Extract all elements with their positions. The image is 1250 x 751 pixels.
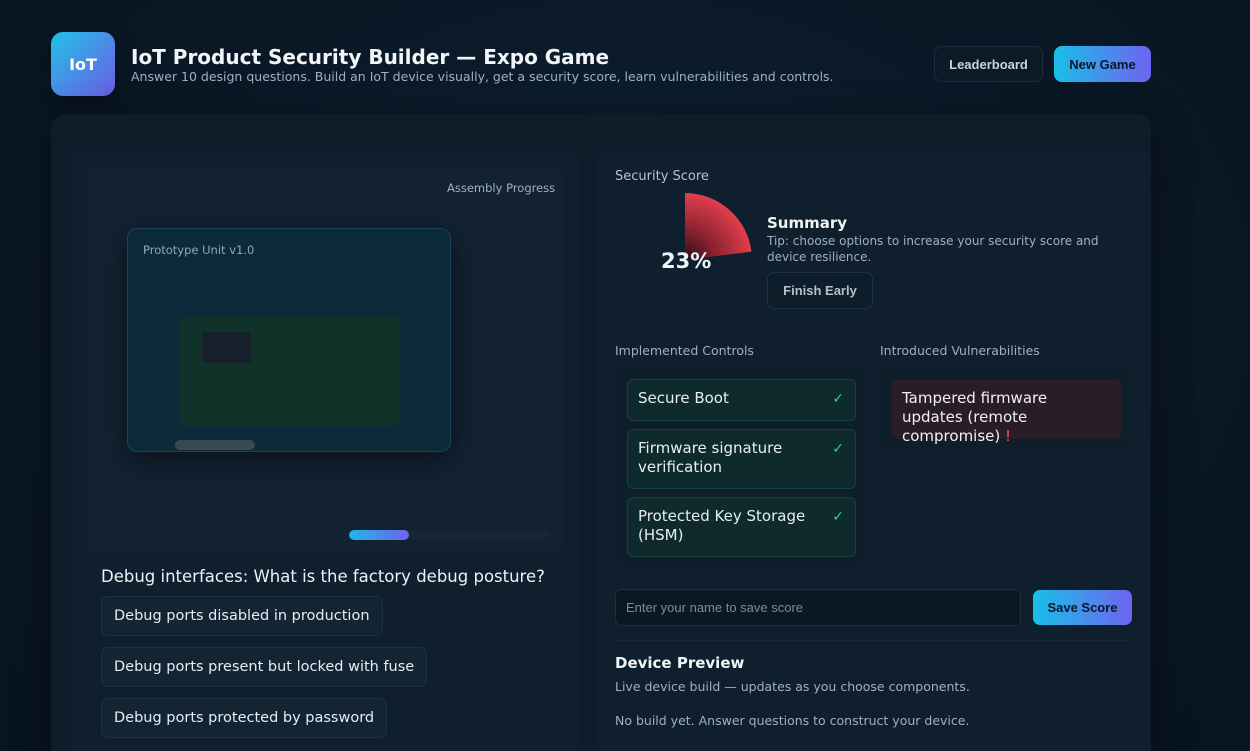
control-label: Firmware signature verification (638, 439, 783, 476)
device-preview-subtitle: Live device build — updates as you choos… (615, 679, 970, 694)
assembly-progress-fill (349, 530, 409, 540)
security-score-label: Security Score (615, 169, 709, 184)
question-text: Debug interfaces: What is the factory de… (101, 567, 545, 586)
port-bar (175, 440, 255, 450)
summary-title: Summary (767, 214, 848, 232)
control-item: Protected Key Storage (HSM) ✓ (627, 497, 856, 557)
divider (615, 640, 1132, 641)
vulnerability-item: Tampered firmware updates (remote compro… (892, 380, 1121, 445)
security-score-value: 23% (661, 249, 712, 273)
answer-option[interactable]: Debug ports disabled in production (101, 596, 383, 636)
player-name-input[interactable] (615, 589, 1021, 626)
app-title: IoT Product Security Builder — Expo Game (131, 45, 610, 69)
finish-early-button[interactable]: Finish Early (767, 272, 873, 309)
vulnerability-label: Tampered firmware updates (remote compro… (902, 389, 1048, 445)
app-logo: IoT (51, 32, 115, 96)
save-score-button[interactable]: Save Score (1033, 590, 1132, 625)
summary-tip: Tip: choose options to increase your sec… (767, 234, 1099, 264)
device-preview-empty: No build yet. Answer questions to constr… (615, 713, 970, 728)
implemented-controls-label: Implemented Controls (615, 343, 754, 358)
assembly-progress-bar (349, 530, 549, 540)
prototype-unit: Prototype Unit v1.0 (127, 228, 451, 452)
introduced-vulnerabilities-label: Introduced Vulnerabilities (880, 343, 1040, 358)
app-subtitle: Answer 10 design questions. Build an IoT… (131, 69, 834, 84)
control-label: Protected Key Storage (HSM) (638, 507, 806, 544)
answer-option[interactable]: Debug ports present but locked with fuse (101, 647, 428, 687)
circuit-board (179, 317, 399, 426)
device-preview-title: Device Preview (615, 654, 745, 672)
control-item: Firmware signature verification ✓ (627, 429, 856, 489)
warning-icon: ! (1005, 427, 1012, 445)
check-icon: ✓ (832, 441, 844, 457)
assembly-progress-label: Assembly Progress (447, 181, 556, 195)
control-item: Secure Boot ✓ (627, 379, 856, 421)
chip (202, 332, 251, 363)
leaderboard-button[interactable]: Leaderboard (934, 46, 1043, 82)
new-game-button[interactable]: New Game (1054, 46, 1151, 82)
answer-option[interactable]: Debug ports protected by password (101, 698, 388, 738)
prototype-label: Prototype Unit v1.0 (143, 243, 255, 257)
control-label: Secure Boot (638, 389, 729, 407)
check-icon: ✓ (832, 509, 844, 525)
check-icon: ✓ (832, 391, 844, 407)
